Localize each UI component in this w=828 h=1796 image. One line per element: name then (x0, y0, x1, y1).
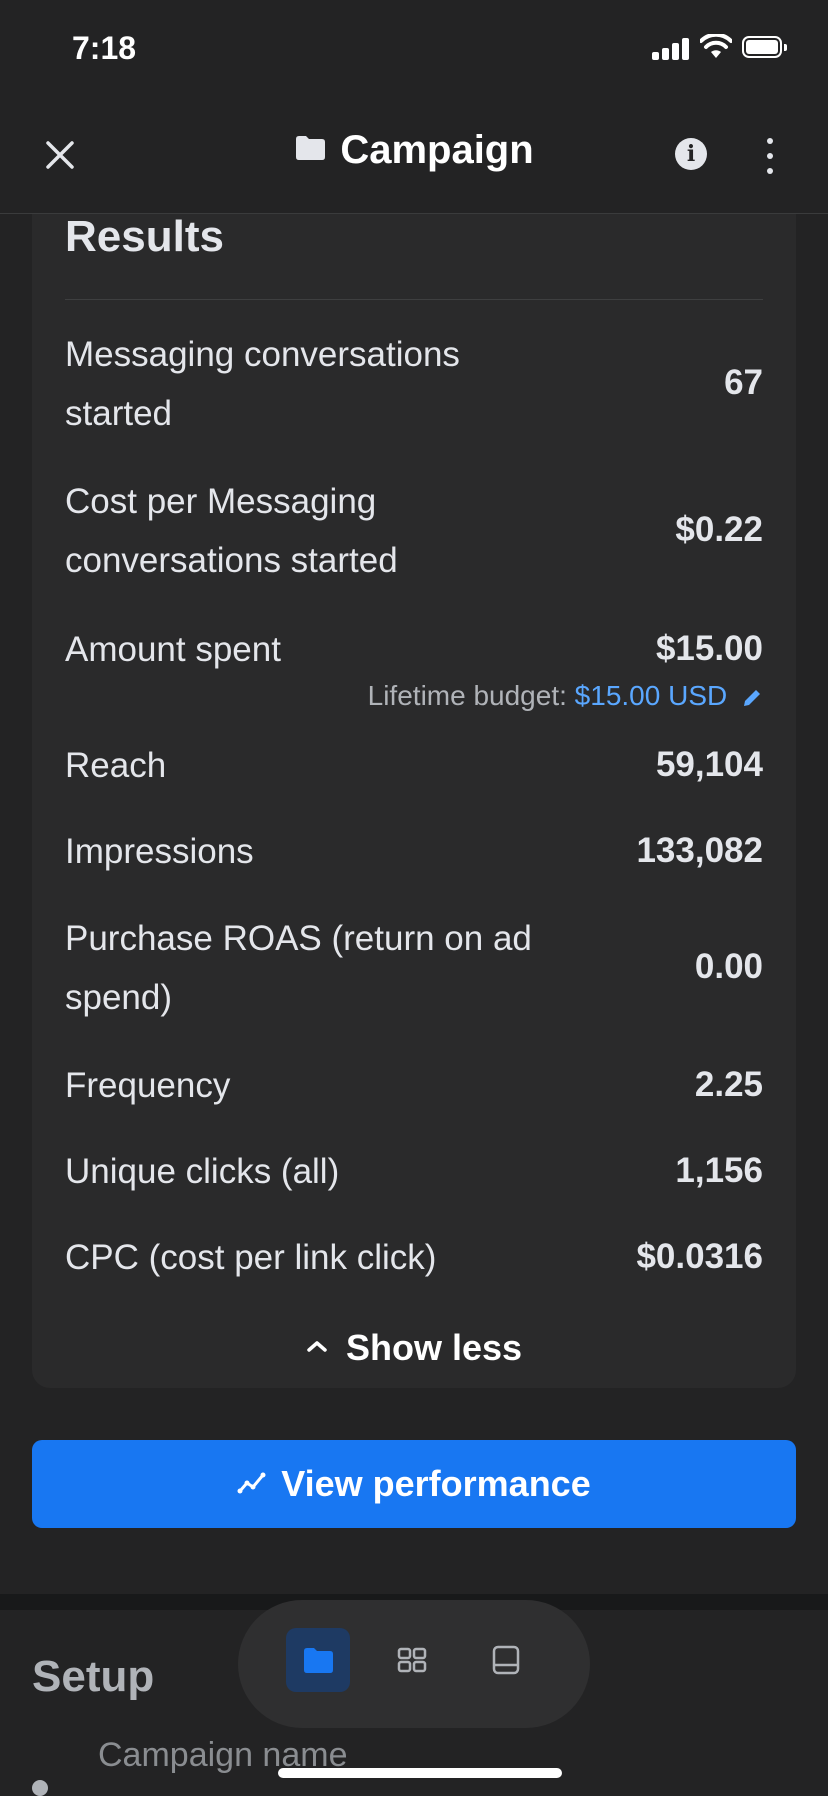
tab-campaign[interactable] (286, 1628, 350, 1692)
metric-label-purchase-roas: Purchase ROAS (return on ad spend) (65, 919, 532, 1017)
grid-icon (397, 1647, 427, 1673)
home-indicator[interactable] (278, 1768, 562, 1778)
folder-icon (304, 1648, 333, 1673)
divider (65, 299, 763, 300)
metric-label-unique-clicks: Unique clicks (all) (65, 1152, 340, 1191)
info-icon[interactable]: i (675, 138, 707, 170)
battery-icon (742, 36, 787, 58)
wifi-icon (700, 34, 732, 58)
results-title: Results (65, 212, 224, 261)
metric-label-impressions: Impressions (65, 832, 254, 871)
cellular-signal-icon (652, 36, 692, 60)
status-time: 7:18 (72, 30, 137, 66)
trend-chart-icon (237, 1472, 266, 1494)
metric-value-unique-clicks: 1,156 (675, 1151, 763, 1190)
metric-label-amount-spent: Amount spent (65, 630, 281, 669)
metric-label-messaging-conversations: Messaging conversations started (65, 335, 460, 433)
more-icon[interactable] (764, 138, 776, 174)
metric-value-reach: 59,104 (655, 745, 763, 784)
chevron-up-icon (307, 1341, 327, 1353)
metric-label-cpc: CPC (cost per link click) (65, 1238, 437, 1277)
edit-pencil-icon[interactable] (741, 687, 763, 709)
folder-icon (296, 136, 326, 161)
metric-label-cost-per-messaging: Cost per Messaging conversations started (65, 482, 398, 580)
status-bar: 7:18 (0, 0, 828, 100)
metric-value-purchase-roas: 0.00 (694, 947, 763, 986)
view-performance-button[interactable]: View performance (32, 1440, 796, 1528)
ad-preview-icon (492, 1645, 520, 1675)
tab-ads[interactable] (474, 1628, 538, 1692)
lifetime-budget-link[interactable]: $15.00 USD (575, 680, 728, 711)
metric-value-cpc: $0.0316 (636, 1237, 763, 1276)
lifetime-budget-label: Lifetime budget: (367, 680, 567, 711)
metric-value-amount-spent: $15.00 (655, 629, 763, 668)
show-less-label: Show less (345, 1327, 523, 1368)
lifetime-budget: Lifetime budget: $15.00 USD (368, 680, 763, 712)
metric-value-messaging-conversations: 67 (724, 363, 763, 402)
setup-title: Setup (32, 1652, 155, 1701)
view-performance-label: View performance (281, 1463, 591, 1504)
metric-label-reach: Reach (65, 746, 167, 785)
metric-value-frequency: 2.25 (694, 1065, 763, 1104)
campaign-name-icon (32, 1780, 48, 1796)
page-title-text: Campaign (340, 128, 534, 172)
tab-ad-sets[interactable] (380, 1628, 444, 1692)
top-nav: Campaign i (0, 100, 828, 214)
metric-label-frequency: Frequency (65, 1066, 231, 1105)
show-less-button[interactable]: Show less (0, 1327, 828, 1369)
metric-value-cost-per-messaging: $0.22 (675, 510, 763, 549)
floating-tab-bar (238, 1600, 590, 1728)
metric-value-impressions: 133,082 (636, 831, 763, 870)
